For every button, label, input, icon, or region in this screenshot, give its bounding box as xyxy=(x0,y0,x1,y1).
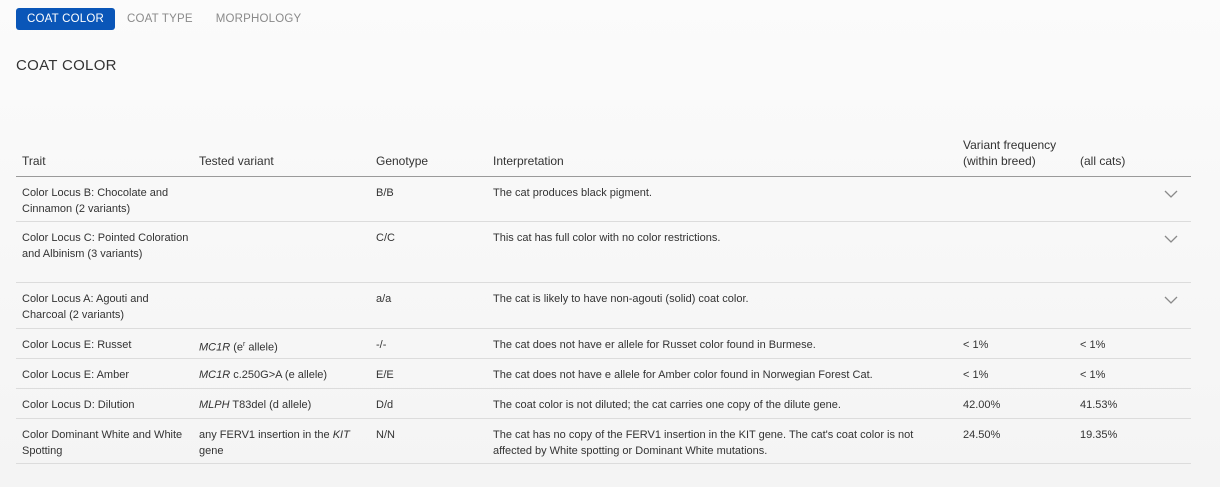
genotype-cell: D/d xyxy=(376,399,394,411)
tab-coat-type[interactable]: COAT TYPE xyxy=(116,8,204,30)
interpretation-cell: The cat does not have e allele for Amber… xyxy=(493,369,873,381)
table-row[interactable]: Color Locus B: Chocolate and Cinnamon (2… xyxy=(16,177,1191,222)
variant-suffix: gene xyxy=(199,445,224,457)
genotype-cell: C/C xyxy=(376,232,395,244)
section-title: COAT COLOR xyxy=(16,57,117,74)
freq-all-cats-cell: 19.35% xyxy=(1080,429,1118,441)
table-row: Color Locus E: Amber MC1R c.250G>A (e al… xyxy=(16,359,1191,389)
genotype-cell: N/N xyxy=(376,429,395,441)
trait-cell: Color Locus A: Agouti and Charcoal (2 va… xyxy=(22,293,149,321)
freq-within-breed-cell: 24.50% xyxy=(963,429,1001,441)
interpretation-cell: The cat has no copy of the FERV1 inserti… xyxy=(493,429,914,457)
variant-text: c.250G>A (e allele) xyxy=(230,369,328,381)
tested-variant-cell: any FERV1 insertion in the KIT gene xyxy=(199,427,369,459)
chevron-down-icon[interactable] xyxy=(1164,232,1178,246)
interpretation-cell: The cat does not have er allele for Russ… xyxy=(493,339,816,351)
freq-all-cats-cell: < 1% xyxy=(1080,339,1106,351)
trait-cell: Color Locus E: Amber xyxy=(22,369,129,381)
table-row[interactable]: Color Locus A: Agouti and Charcoal (2 va… xyxy=(16,283,1191,329)
variant-text: any FERV1 insertion in the xyxy=(199,429,333,441)
tab-coat-color[interactable]: COAT COLOR xyxy=(16,8,115,30)
header-within-breed: (within breed) xyxy=(963,154,1036,168)
chevron-down-icon[interactable] xyxy=(1164,293,1178,307)
trait-cell: Color Locus E: Russet xyxy=(22,339,132,351)
interpretation-cell: The coat color is not diluted; the cat c… xyxy=(493,399,841,411)
variant-text: T83del (d allele) xyxy=(229,399,312,411)
genotype-cell: B/B xyxy=(376,187,394,199)
table-header: Trait Tested variant Genotype Interpreta… xyxy=(16,136,1191,177)
freq-all-cats-cell: < 1% xyxy=(1080,369,1106,381)
chevron-down-icon[interactable] xyxy=(1164,187,1178,201)
gene-name: KIT xyxy=(332,429,350,441)
interpretation-cell: This cat has full color with no color re… xyxy=(493,232,721,244)
gene-name: MC1R xyxy=(199,369,231,381)
genotype-cell: -/- xyxy=(376,339,387,351)
freq-within-breed-cell: 42.00% xyxy=(963,399,1001,411)
header-tested-variant: Tested variant xyxy=(199,154,274,168)
variant-text: (e xyxy=(230,341,244,354)
header-variant-frequency: Variant frequency (within breed) xyxy=(963,137,1056,169)
genotype-cell: a/a xyxy=(376,293,392,305)
freq-within-breed-cell: < 1% xyxy=(963,369,989,381)
traits-table: Trait Tested variant Genotype Interpreta… xyxy=(16,136,1191,464)
tested-variant-cell: MLPH T83del (d allele) xyxy=(199,397,369,413)
header-interpretation: Interpretation xyxy=(493,154,564,168)
trait-cell: Color Locus C: Pointed Coloration and Al… xyxy=(22,232,189,260)
trait-cell: Color Locus D: Dilution xyxy=(22,399,135,411)
header-variant-frequency-label: Variant frequency xyxy=(963,138,1057,152)
genotype-cell: E/E xyxy=(376,369,394,381)
tested-variant-cell: MC1R c.250G>A (e allele) xyxy=(199,367,369,383)
header-trait: Trait xyxy=(22,154,46,168)
gene-name: MLPH xyxy=(199,399,230,411)
gene-name: MC1R xyxy=(199,341,231,354)
table-row: Color Locus E: Russet MC1R (er allele) -… xyxy=(16,329,1191,359)
tab-bar: COAT COLOR COAT TYPE MORPHOLOGY xyxy=(16,8,312,30)
interpretation-cell: The cat is likely to have non-agouti (so… xyxy=(493,293,749,305)
header-genotype: Genotype xyxy=(376,154,429,168)
table-row: Color Dominant White and White Spotting … xyxy=(16,419,1191,464)
header-all-cats: (all cats) xyxy=(1080,154,1126,168)
tab-morphology[interactable]: MORPHOLOGY xyxy=(205,8,313,30)
tested-variant-cell: MC1R (er allele) xyxy=(199,337,369,356)
interpretation-cell: The cat produces black pigment. xyxy=(493,187,652,199)
trait-cell: Color Dominant White and White Spotting xyxy=(22,429,183,457)
variant-suffix: allele) xyxy=(245,341,278,354)
freq-all-cats-cell: 41.53% xyxy=(1080,399,1118,411)
table-row[interactable]: Color Locus C: Pointed Coloration and Al… xyxy=(16,222,1191,283)
trait-cell: Color Locus B: Chocolate and Cinnamon (2… xyxy=(22,187,169,215)
freq-within-breed-cell: < 1% xyxy=(963,339,989,351)
table-row: Color Locus D: Dilution MLPH T83del (d a… xyxy=(16,389,1191,419)
